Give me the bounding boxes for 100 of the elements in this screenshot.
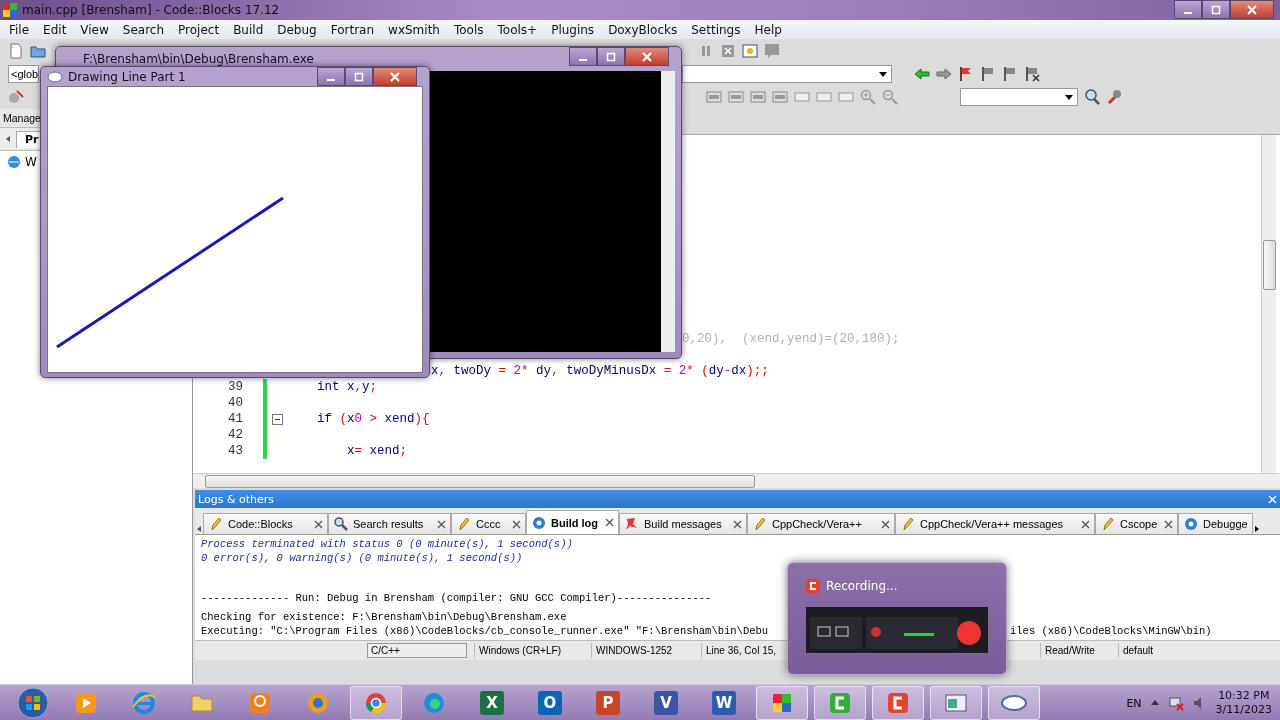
stop-icon[interactable] <box>720 42 736 59</box>
app-logo[interactable]: W <box>712 691 736 715</box>
pencil-icon[interactable] <box>208 516 224 532</box>
menu-item[interactable]: Help <box>747 22 789 37</box>
window-icon[interactable] <box>944 691 968 715</box>
flag-clear-icon[interactable] <box>1024 65 1040 82</box>
pencil-icon[interactable] <box>900 516 916 532</box>
menu-item[interactable]: Tools+ <box>490 22 545 37</box>
window-gear-icon[interactable] <box>742 42 758 59</box>
close-tab-icon[interactable] <box>1164 519 1173 529</box>
gear-icon[interactable] <box>531 514 547 531</box>
menu-item[interactable]: View <box>73 22 116 37</box>
menu-item[interactable]: Project <box>171 22 227 37</box>
language-indicator[interactable]: EN <box>1126 696 1142 710</box>
log-tab[interactable]: Search results <box>328 513 451 534</box>
block-comment-icon[interactable] <box>728 88 744 105</box>
tray-arrow-icon[interactable] <box>1149 698 1160 708</box>
flag-back-icon[interactable] <box>980 65 996 82</box>
maximize-button[interactable] <box>597 47 625 66</box>
forward-arrow-icon[interactable] <box>936 65 952 82</box>
pencil-icon[interactable] <box>1100 516 1116 532</box>
close-tab-icon[interactable] <box>512 519 521 529</box>
minimize-button[interactable] <box>1174 0 1202 19</box>
back-arrow-icon[interactable] <box>914 65 930 82</box>
new-file-icon[interactable] <box>8 42 24 59</box>
close-icon[interactable] <box>1268 494 1277 504</box>
bracket-logo-icon[interactable] <box>828 691 852 715</box>
vertical-scrollbar[interactable] <box>1263 240 1276 290</box>
menu-item[interactable]: Build <box>226 22 271 37</box>
close-tab-icon[interactable] <box>1081 519 1090 529</box>
log-tab[interactable]: CppCheck/Vera++ messages <box>895 513 1095 534</box>
document-app-icon[interactable] <box>248 691 272 715</box>
recorder-logo-icon[interactable] <box>806 579 820 593</box>
close-tab-icon[interactable] <box>881 519 890 529</box>
close-tab-icon[interactable] <box>314 519 323 529</box>
menu-item[interactable]: Debug <box>270 22 324 37</box>
block-comment-icon[interactable] <box>772 88 788 105</box>
app-logo[interactable]: V <box>654 691 678 715</box>
app-icon[interactable] <box>2 2 18 18</box>
minimize-button[interactable] <box>317 67 345 86</box>
log-tab[interactable]: CppCheck/Vera++ <box>747 513 895 534</box>
globe-icon[interactable] <box>6 154 22 170</box>
zoom-out-icon[interactable] <box>882 88 898 105</box>
close-tab-icon[interactable] <box>733 519 742 529</box>
menu-item[interactable]: DoxyBlocks <box>601 22 685 37</box>
log-tab[interactable]: Code::Blocks <box>203 513 328 534</box>
fold-icon[interactable] <box>271 413 283 425</box>
log-tab[interactable]: Cscope <box>1095 513 1178 534</box>
search-icon[interactable] <box>333 516 349 532</box>
maximize-button[interactable] <box>1202 0 1230 19</box>
menu-item[interactable]: Tools <box>446 22 491 37</box>
browser-icon[interactable] <box>364 691 388 715</box>
menu-item[interactable]: File <box>2 22 37 37</box>
clock-date[interactable]: 3/11/2023 <box>1215 703 1272 717</box>
minimize-button[interactable] <box>569 47 597 66</box>
menu-item[interactable]: Plugins <box>544 22 602 37</box>
app-logo[interactable]: X <box>480 691 504 715</box>
menu-item[interactable]: Fortran <box>323 22 382 37</box>
block-comment-icon[interactable] <box>706 88 722 105</box>
browser-icon[interactable] <box>306 691 330 715</box>
search-icon[interactable] <box>1084 88 1100 105</box>
maximize-button[interactable] <box>345 67 373 86</box>
wrench-icon[interactable] <box>1106 88 1122 105</box>
zoom-in-icon[interactable] <box>860 88 876 105</box>
menu-item[interactable]: Search <box>115 22 172 37</box>
clock-time[interactable]: 10:32 PM <box>1218 689 1270 703</box>
build-run-icon[interactable] <box>8 88 24 105</box>
pencil-icon[interactable] <box>752 516 768 532</box>
gear-icon[interactable] <box>1183 516 1199 532</box>
app-icon[interactable] <box>47 68 63 85</box>
scope-dropdown[interactable]: <glob <box>8 64 39 83</box>
media-player-icon[interactable] <box>74 691 98 715</box>
menu-item[interactable]: Settings <box>684 22 748 37</box>
close-button[interactable] <box>1230 0 1274 19</box>
log-tab[interactable]: Build log <box>526 510 619 534</box>
network-icon[interactable] <box>1167 695 1184 711</box>
pencil-icon[interactable] <box>456 516 472 532</box>
block-comment-icon[interactable] <box>750 88 766 105</box>
close-tab-icon[interactable] <box>437 519 446 529</box>
flag-icon[interactable] <box>958 65 974 82</box>
log-tab[interactable]: Debugge <box>1178 513 1253 534</box>
scroll-left-icon[interactable] <box>4 134 12 144</box>
menu-item[interactable]: wxSmith <box>381 22 447 37</box>
browser-icon[interactable] <box>132 691 156 715</box>
log-tab[interactable]: Cccc <box>451 513 526 534</box>
start-button[interactable] <box>17 687 49 719</box>
horizontal-scrollbar[interactable] <box>205 474 755 488</box>
menu-item[interactable]: Edit <box>36 22 74 37</box>
bracket-logo-icon[interactable] <box>886 691 910 715</box>
workspace-item[interactable]: W <box>25 155 37 169</box>
close-tab-icon[interactable] <box>605 518 614 527</box>
comment-icon[interactable] <box>764 42 780 59</box>
close-button[interactable] <box>373 67 417 86</box>
app-logo[interactable]: O <box>538 691 562 715</box>
log-tab[interactable]: Build messages <box>619 513 747 534</box>
app-logo[interactable]: P <box>596 691 620 715</box>
flag-forward-icon[interactable] <box>1002 65 1018 82</box>
close-button[interactable] <box>625 47 669 66</box>
pin-icon[interactable] <box>624 516 640 532</box>
colored-blocks-icon[interactable] <box>770 691 794 715</box>
